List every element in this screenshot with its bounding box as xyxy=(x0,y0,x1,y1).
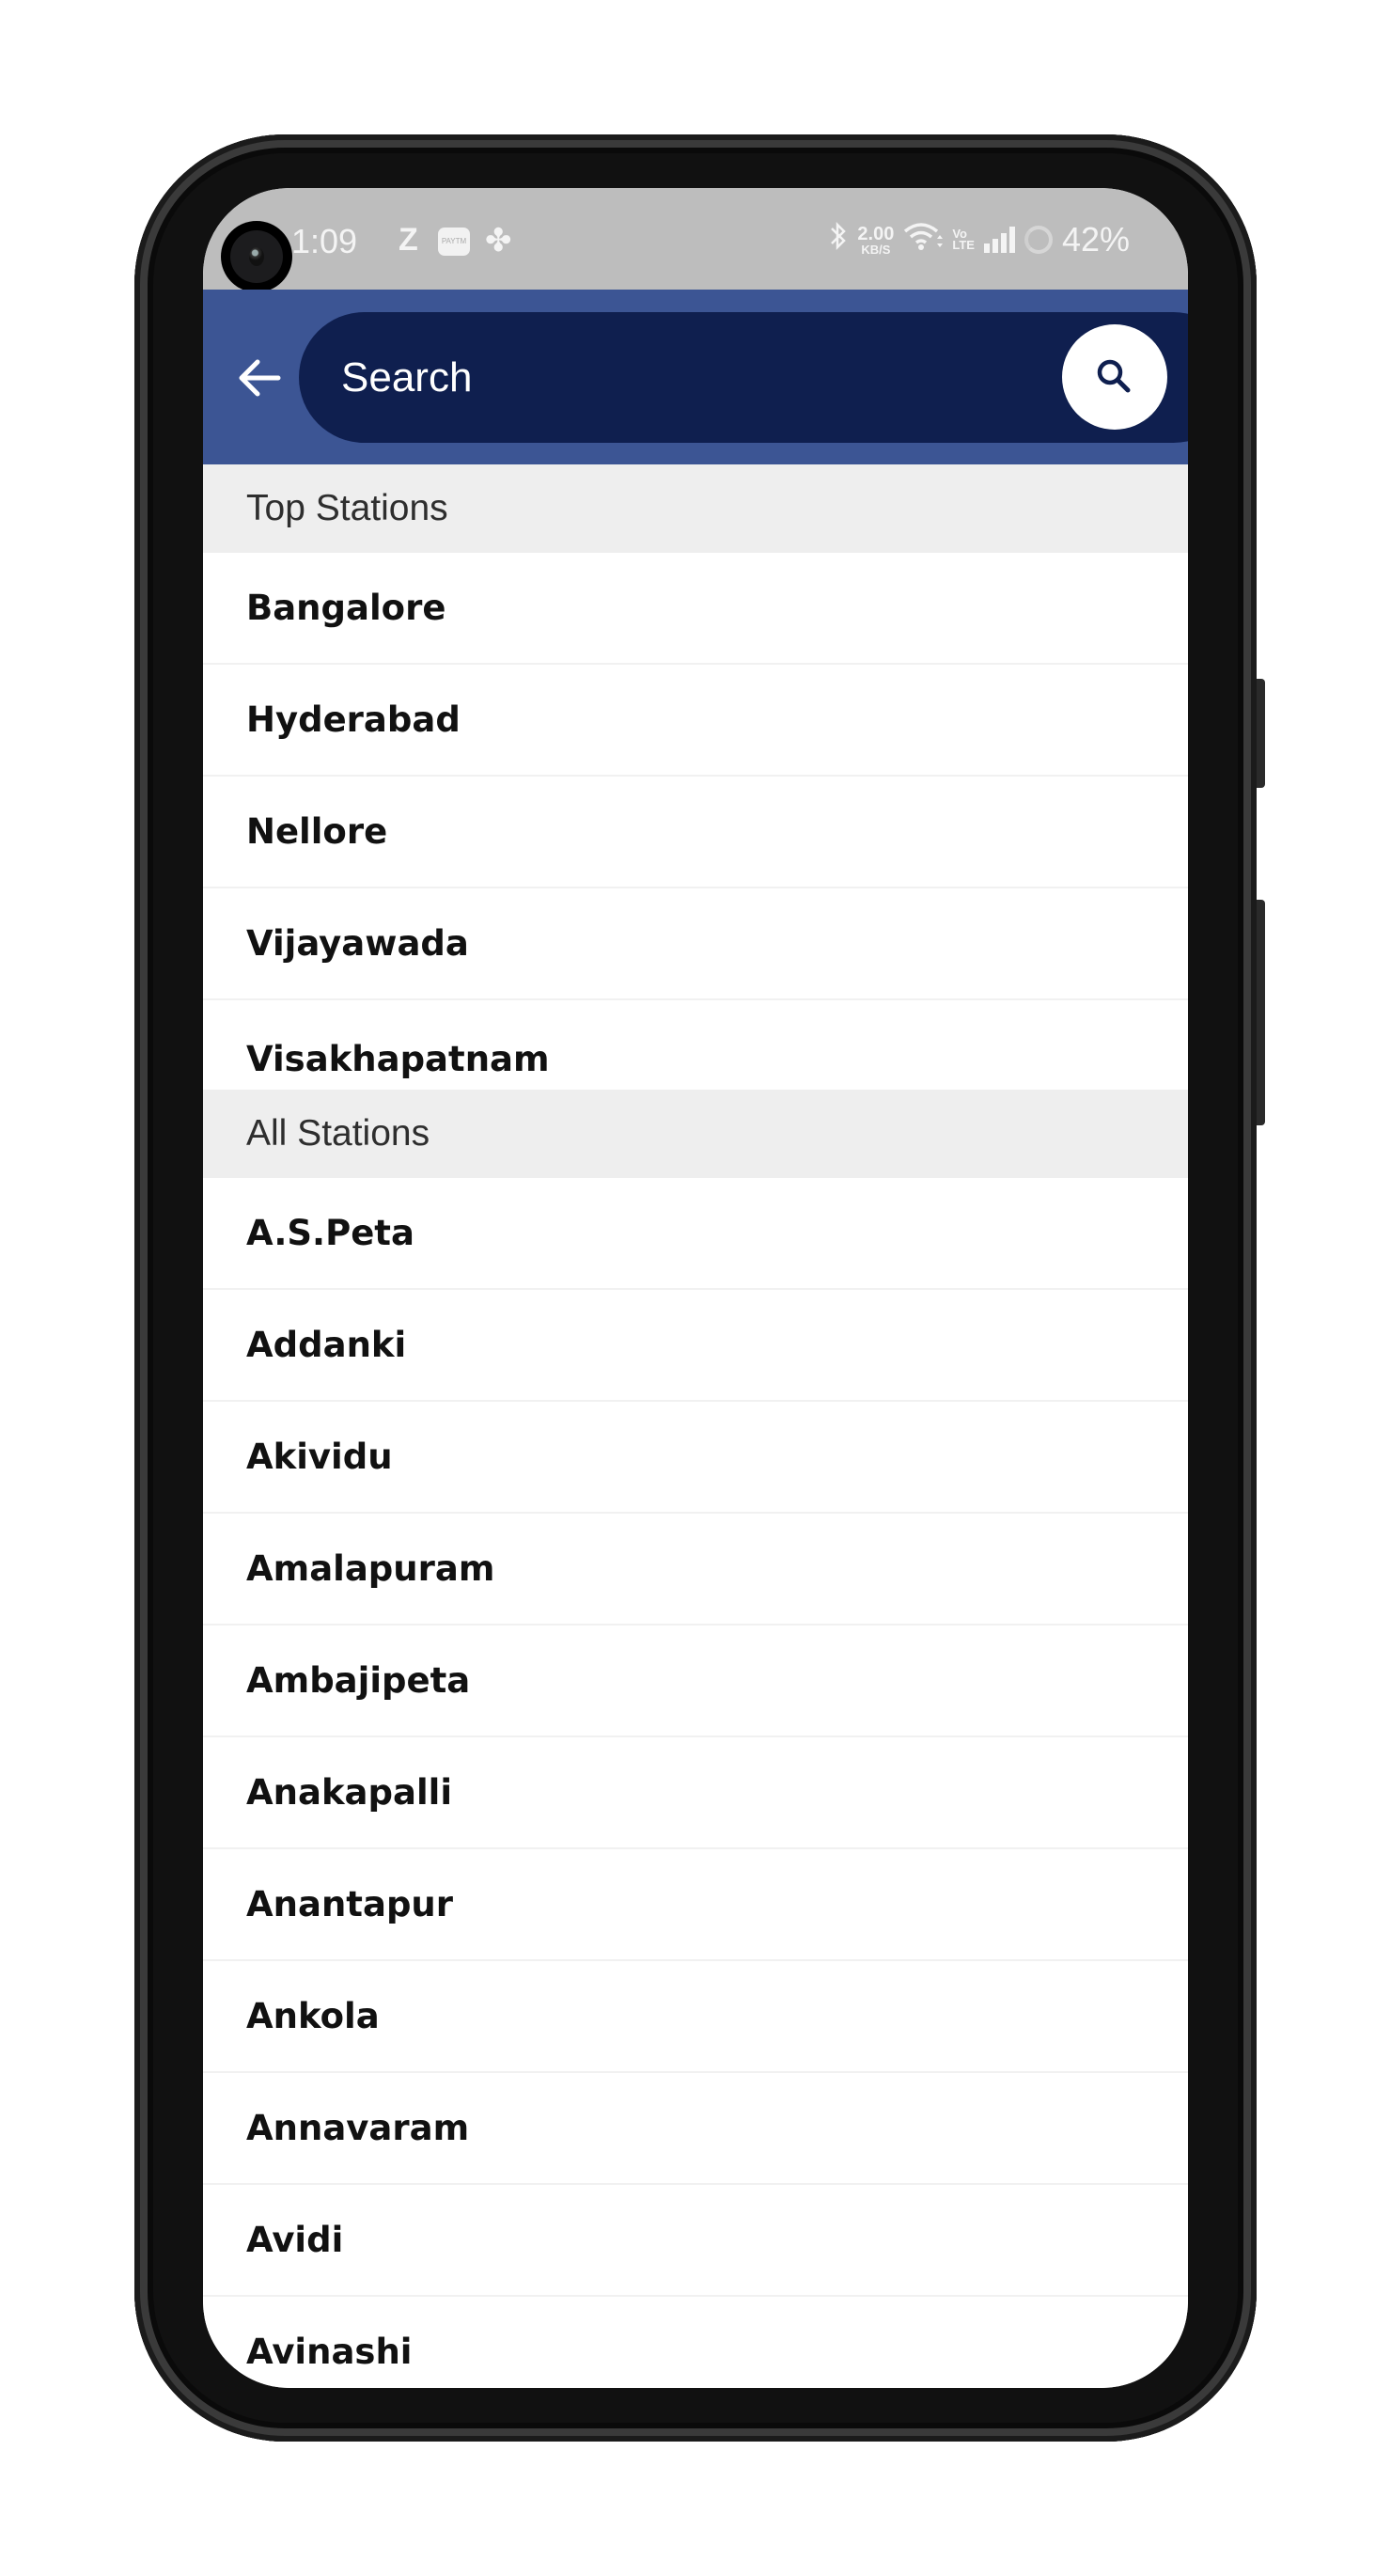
station-item[interactable]: A.S.Peta xyxy=(203,1178,1188,1290)
status-time: 1:09 xyxy=(291,222,358,260)
status-bar: 1:09 Z PAYTM ✤ 2.00 KB/S Vo LTE 42% xyxy=(203,188,1188,292)
fan-icon: ✤ xyxy=(485,223,512,259)
network-speed-unit: KB/S xyxy=(861,242,891,257)
back-button[interactable] xyxy=(237,355,282,401)
bluetooth-icon xyxy=(829,220,848,259)
station-item[interactable]: Avinashi xyxy=(203,2297,1188,2388)
phone-screen: 1:09 Z PAYTM ✤ 2.00 KB/S Vo LTE 42% Sear… xyxy=(203,188,1188,2388)
z-notification-icon: Z xyxy=(399,222,418,258)
station-item[interactable]: Ankola xyxy=(203,1961,1188,2073)
station-item[interactable]: Addanki xyxy=(203,1290,1188,1402)
search-header xyxy=(203,290,1188,464)
station-item[interactable]: Anantapur xyxy=(203,1849,1188,1961)
power-button xyxy=(1257,900,1265,1125)
network-speed-value: 2.00 xyxy=(857,223,895,244)
station-item[interactable]: Ambajipeta xyxy=(203,1626,1188,1737)
paytm-icon: PAYTM xyxy=(438,228,470,256)
search-button[interactable] xyxy=(1062,324,1167,430)
station-item[interactable]: Annavaram xyxy=(203,2073,1188,2185)
status-icons: 2.00 KB/S Vo LTE 42% xyxy=(829,220,1130,259)
battery-percentage: 42% xyxy=(1061,220,1130,259)
magnifier-icon xyxy=(1097,359,1131,393)
station-item[interactable]: Amalapuram xyxy=(203,1514,1188,1626)
battery-icon xyxy=(1024,226,1053,254)
station-item[interactable]: Avidi xyxy=(203,2185,1188,2297)
volume-button xyxy=(1257,679,1265,788)
volte-icon: Vo LTE xyxy=(952,227,975,252)
station-item[interactable]: Nellore xyxy=(203,777,1188,888)
station-item[interactable]: Hyderabad xyxy=(203,665,1188,777)
station-list: Top Stations Bangalore Hyderabad Nellore… xyxy=(203,464,1188,2388)
signal-icon xyxy=(983,227,1015,253)
wifi-icon xyxy=(903,220,944,259)
station-item[interactable]: Anakapalli xyxy=(203,1737,1188,1849)
search-bar xyxy=(299,312,1188,443)
station-item[interactable]: Bangalore xyxy=(203,553,1188,665)
station-item[interactable]: Akividu xyxy=(203,1402,1188,1514)
arrow-left-icon xyxy=(239,359,281,397)
section-header-all-stations: All Stations xyxy=(203,1090,1188,1178)
search-input[interactable] xyxy=(341,312,999,443)
volte-bottom: LTE xyxy=(952,238,975,252)
station-item[interactable]: Visakhapatnam xyxy=(203,1000,1188,1090)
station-item[interactable]: Vijayawada xyxy=(203,888,1188,1000)
front-camera xyxy=(221,221,292,292)
section-header-top-stations: Top Stations xyxy=(203,464,1188,553)
network-speed: 2.00 KB/S xyxy=(857,225,894,256)
